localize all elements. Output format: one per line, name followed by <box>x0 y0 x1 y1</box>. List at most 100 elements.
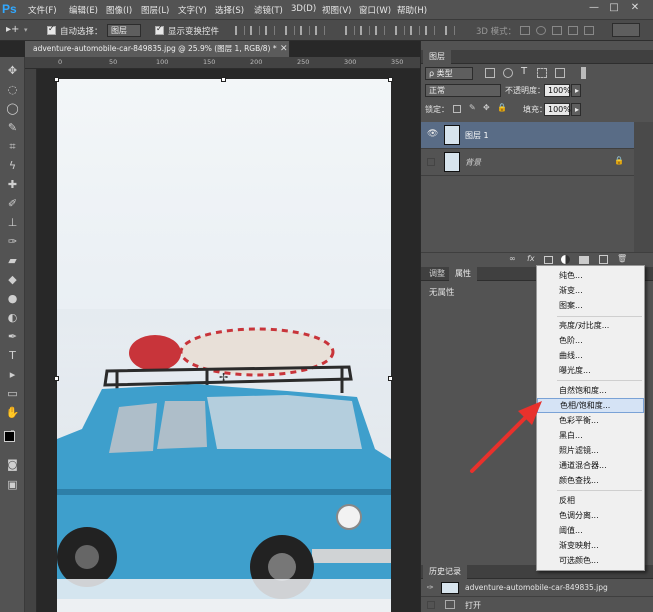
rectangle-tool-icon[interactable]: ▭ <box>4 386 21 401</box>
menu-filter[interactable]: 滤镜(T) <box>254 4 283 16</box>
menu-item-threshold[interactable]: 阈值... <box>537 523 644 538</box>
menu-window[interactable]: 窗口(W) <box>359 4 391 16</box>
show-transform-checkbox[interactable] <box>155 24 164 35</box>
adjustment-layer-icon[interactable] <box>561 255 570 264</box>
snapshot-name[interactable]: adventure-automobile-car-849835.jpg <box>465 583 608 592</box>
fill-chevron-icon[interactable]: ▸ <box>571 103 581 116</box>
layer-name[interactable]: 背景 <box>465 157 481 168</box>
history-item[interactable]: 打开 <box>421 598 653 612</box>
menu-item-black-white[interactable]: 黑白... <box>537 428 644 443</box>
slide-3d-icon[interactable] <box>568 26 578 35</box>
layers-scrollbar[interactable] <box>634 122 653 252</box>
filter-smart-icon[interactable] <box>555 68 565 78</box>
tab-history[interactable]: 历史记录 <box>423 565 467 579</box>
menu-item-exposure[interactable]: 曝光度... <box>537 363 644 378</box>
menu-item-color-lookup[interactable]: 颜色查找... <box>537 473 644 488</box>
tab-adjustments[interactable]: 调整 <box>423 267 451 281</box>
lock-image-icon[interactable]: ✎ <box>469 103 476 112</box>
new-group-icon[interactable] <box>579 256 589 264</box>
distribute-right-icon[interactable] <box>425 26 435 35</box>
pan-3d-icon[interactable] <box>552 26 562 35</box>
clone-stamp-tool-icon[interactable]: ⊥ <box>4 215 21 230</box>
paint-bucket-tool-icon[interactable]: ◆ <box>4 272 21 287</box>
menu-item-brightness-contrast[interactable]: 亮度/对比度... <box>537 318 644 333</box>
quick-mask-icon[interactable]: ◙ <box>4 457 21 472</box>
visibility-toggle-icon[interactable] <box>427 158 435 166</box>
align-top-icon[interactable] <box>285 26 295 35</box>
menu-file[interactable]: 文件(F) <box>28 4 57 16</box>
close-icon[interactable]: ✕ <box>628 2 642 15</box>
chevron-down-icon[interactable]: ▾ <box>24 26 28 34</box>
menu-item-photo-filter[interactable]: 照片滤镜... <box>537 443 644 458</box>
menu-item-color-balance[interactable]: 色彩平衡... <box>537 413 644 428</box>
add-mask-icon[interactable] <box>544 256 553 264</box>
menu-3d[interactable]: 3D(D) <box>291 4 316 14</box>
transform-handle[interactable] <box>388 77 393 82</box>
menu-item-pattern[interactable]: 图案... <box>537 298 644 313</box>
foreground-color-swatch[interactable] <box>4 431 15 442</box>
link-layers-icon[interactable]: ∞ <box>509 254 516 263</box>
lock-transparent-icon[interactable] <box>453 105 461 113</box>
scale-3d-icon[interactable] <box>584 26 594 35</box>
menu-item-hue-saturation[interactable]: 色相/饱和度... <box>537 398 644 413</box>
delete-layer-icon[interactable]: 🗑 <box>617 254 627 263</box>
screen-mode-icon[interactable]: ▣ <box>4 477 21 492</box>
filter-pixel-icon[interactable] <box>485 68 495 78</box>
new-layer-icon[interactable] <box>599 255 608 264</box>
tab-properties[interactable]: 属性 <box>449 267 477 281</box>
menu-item-gradient-map[interactable]: 渐变映射... <box>537 538 644 553</box>
menu-item-posterize[interactable]: 色调分离... <box>537 508 644 523</box>
healing-brush-tool-icon[interactable]: ✚ <box>4 177 21 192</box>
history-item-label[interactable]: 打开 <box>465 600 481 611</box>
hand-tool-icon[interactable]: ✋ <box>4 405 21 420</box>
distribute-center-icon[interactable] <box>410 26 420 35</box>
maximize-icon[interactable]: □ <box>607 2 621 15</box>
distribute-bottom-icon[interactable] <box>375 26 385 35</box>
history-brush-source-icon[interactable]: ✑ <box>427 583 434 592</box>
distribute-top-icon[interactable] <box>345 26 355 35</box>
menu-edit[interactable]: 编辑(E) <box>69 4 98 16</box>
marquee-tool-icon[interactable]: ◌ <box>4 82 21 97</box>
transform-center-icon[interactable]: ✢ <box>219 371 228 384</box>
transform-handle[interactable] <box>54 376 59 381</box>
pen-tool-icon[interactable]: ✒ <box>4 329 21 344</box>
minimize-icon[interactable]: — <box>587 2 601 15</box>
menu-item-curves[interactable]: 曲线... <box>537 348 644 363</box>
lock-position-icon[interactable]: ✥ <box>483 103 490 112</box>
layer-name[interactable]: 图层 1 <box>465 130 489 141</box>
eraser-tool-icon[interactable]: ▰ <box>4 253 21 268</box>
menu-item-levels[interactable]: 色阶... <box>537 333 644 348</box>
align-middle-icon[interactable] <box>300 26 310 35</box>
roll-3d-icon[interactable] <box>536 26 546 35</box>
filter-shape-icon[interactable] <box>537 68 547 78</box>
align-center-icon[interactable] <box>250 26 260 35</box>
layer-style-icon[interactable]: fx <box>527 254 535 263</box>
blend-mode-dropdown[interactable]: 正常 <box>425 84 501 97</box>
menu-select[interactable]: 选择(S) <box>215 4 244 16</box>
document-tab[interactable]: adventure-automobile-car-849835.jpg @ 25… <box>25 41 290 57</box>
transform-handle[interactable] <box>388 376 393 381</box>
document-image[interactable] <box>57 79 391 612</box>
crop-tool-icon[interactable]: ⌗ <box>4 139 21 154</box>
menu-item-channel-mixer[interactable]: 通道混合器... <box>537 458 644 473</box>
auto-align-icon[interactable] <box>445 26 455 35</box>
menu-item-invert[interactable]: 反相 <box>537 493 644 508</box>
lasso-tool-icon[interactable]: ◯ <box>4 101 21 116</box>
auto-select-checkbox[interactable] <box>47 24 56 35</box>
type-tool-icon[interactable]: T <box>4 348 21 363</box>
workspace-switcher[interactable] <box>612 23 640 37</box>
filter-toggle-icon[interactable] <box>581 67 586 79</box>
rotate-3d-icon[interactable] <box>520 26 530 35</box>
align-bottom-icon[interactable] <box>315 26 325 35</box>
quick-select-tool-icon[interactable]: ✎ <box>4 120 21 135</box>
menu-image[interactable]: 图像(I) <box>106 4 132 16</box>
visibility-eye-icon[interactable]: 👁 <box>427 129 438 139</box>
eyedropper-tool-icon[interactable]: ϟ <box>4 158 21 173</box>
menu-item-solid-color[interactable]: 纯色... <box>537 268 644 283</box>
brush-tool-icon[interactable]: ✐ <box>4 196 21 211</box>
menu-type[interactable]: 文字(Y) <box>178 4 207 16</box>
filter-adjustment-icon[interactable] <box>503 68 513 78</box>
menu-help[interactable]: 帮助(H) <box>397 4 427 16</box>
menu-item-gradient[interactable]: 渐变... <box>537 283 644 298</box>
menu-view[interactable]: 视图(V) <box>322 4 351 16</box>
